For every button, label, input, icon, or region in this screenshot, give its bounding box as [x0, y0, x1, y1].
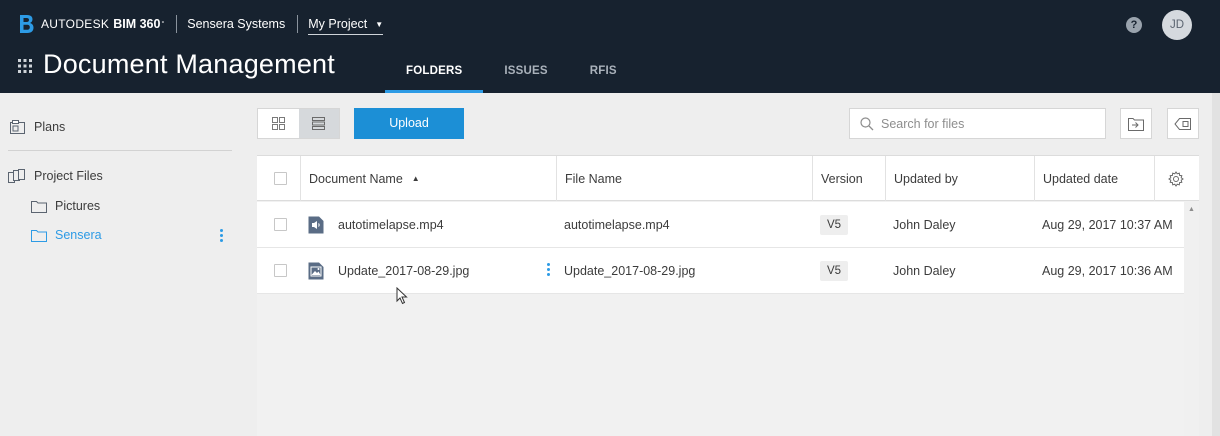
column-header-label: Updated by [894, 171, 958, 186]
gear-icon [1168, 170, 1184, 187]
project-selector[interactable]: My Project ▼ [308, 17, 384, 35]
sidebar-item-label: Plans [34, 120, 66, 134]
column-header-label: Updated date [1043, 171, 1119, 186]
sidebar-item-project-files[interactable]: Project Files [8, 169, 103, 183]
file-name-cell: Update_2017-08-29.jpg [564, 263, 696, 278]
grid-view-icon [271, 117, 285, 130]
brand-separator [176, 15, 178, 33]
updated-date-cell: Aug 29, 2017 10:36 AM [1042, 263, 1173, 278]
search-icon [860, 116, 874, 130]
version-cell: V5 [820, 248, 849, 293]
upload-button[interactable]: Upload [354, 108, 464, 139]
bim360-logo-icon[interactable] [17, 14, 35, 34]
row-options-icon[interactable] [547, 263, 550, 276]
folder-export-icon [1128, 117, 1144, 131]
window-edge [1212, 93, 1220, 436]
video-file-icon [308, 216, 324, 233]
scroll-up-icon[interactable]: ▲ [1188, 206, 1195, 213]
sidebar-item-sensera[interactable]: Sensera [31, 228, 102, 242]
top-header: AUTODESK BIM 360 ° Sensera Systems My Pr… [0, 0, 1220, 93]
brand-bar: AUTODESK BIM 360 ° Sensera Systems My Pr… [17, 14, 384, 35]
row-checkbox[interactable] [274, 264, 287, 277]
sort-ascending-icon: ▲ [411, 174, 420, 183]
updated-date-cell: Aug 29, 2017 10:37 AM [1042, 217, 1173, 232]
table-scrollbar[interactable]: ▲ [1184, 201, 1199, 436]
sidebar-item-label: Sensera [55, 228, 102, 242]
page-title: Document Management [43, 49, 335, 79]
brand-product: BIM 360 [113, 17, 161, 31]
share-button[interactable] [1167, 108, 1199, 139]
company-name[interactable]: Sensera Systems [187, 17, 285, 31]
column-settings[interactable] [1154, 156, 1199, 201]
search-input[interactable] [881, 116, 1081, 131]
sidebar-item-label: Project Files [34, 169, 103, 183]
sidebar-item-plans[interactable]: Plans [10, 120, 65, 134]
row-select-cell [274, 248, 287, 293]
column-header-label: File Name [565, 171, 622, 186]
brand-trademark: ° [161, 20, 165, 28]
tab-issues[interactable]: ISSUES [483, 56, 568, 93]
apps-grid-icon[interactable] [18, 59, 32, 73]
sidebar-item-label: Pictures [55, 199, 101, 213]
view-toggle [257, 108, 340, 139]
updated-by-cell: John Daley [893, 217, 956, 232]
project-separator [297, 15, 299, 33]
document-name-cell[interactable]: autotimelapse.mp4 [308, 202, 444, 247]
version-cell: V5 [820, 202, 849, 247]
list-view-button[interactable] [298, 109, 339, 138]
folder-sidebar: Plans Project Files Pictures Sensera [0, 93, 240, 436]
column-file-name[interactable]: File Name [556, 156, 813, 201]
table-header: Document Name ▲ File Name Version Update… [257, 155, 1199, 201]
column-header-label: Document Name [309, 171, 403, 186]
user-avatar[interactable]: JD [1162, 10, 1192, 40]
tab-folders[interactable]: FOLDERS [385, 56, 484, 93]
column-updated-date[interactable]: Updated date [1034, 156, 1154, 201]
select-all-checkbox[interactable] [274, 172, 287, 185]
column-header-label: Version [821, 171, 863, 186]
select-all-cell [257, 156, 301, 201]
column-updated-by[interactable]: Updated by [885, 156, 1034, 201]
folder-icon [31, 229, 47, 242]
updated-by-cell: John Daley [893, 263, 956, 278]
list-view-icon [312, 117, 326, 130]
folder-options-icon[interactable] [220, 229, 224, 242]
plans-icon [10, 120, 25, 134]
document-name[interactable]: autotimelapse.mp4 [338, 218, 444, 232]
module-tabs: FOLDERS ISSUES RFIS [385, 56, 638, 93]
brand-autodesk: AUTODESK [41, 17, 110, 31]
sidebar-item-pictures[interactable]: Pictures [31, 199, 100, 213]
table-row[interactable]: autotimelapse.mp4 autotimelapse.mp4 V5 J… [257, 202, 1184, 248]
tag-share-icon [1174, 117, 1191, 130]
help-icon[interactable]: ? [1126, 17, 1142, 33]
tab-rfis[interactable]: RFIS [569, 56, 638, 93]
sidebar-divider [8, 150, 232, 151]
chevron-down-icon: ▼ [375, 19, 384, 29]
image-file-icon [308, 262, 324, 279]
file-name-cell: autotimelapse.mp4 [564, 217, 670, 232]
row-checkbox[interactable] [274, 218, 287, 231]
document-name[interactable]: Update_2017-08-29.jpg [338, 264, 469, 278]
move-to-folder-button[interactable] [1120, 108, 1152, 139]
mouse-cursor-icon [396, 287, 408, 305]
column-version[interactable]: Version [812, 156, 885, 201]
search-box [849, 108, 1106, 139]
version-badge[interactable]: V5 [820, 214, 849, 235]
grid-view-button[interactable] [258, 109, 299, 138]
project-name: My Project [308, 17, 368, 31]
row-select-cell [274, 202, 287, 247]
folder-icon [31, 200, 47, 213]
project-files-icon [8, 169, 25, 183]
column-document-name[interactable]: Document Name ▲ [300, 156, 557, 201]
version-badge[interactable]: V5 [820, 260, 849, 281]
document-name-cell[interactable]: Update_2017-08-29.jpg [308, 248, 469, 293]
